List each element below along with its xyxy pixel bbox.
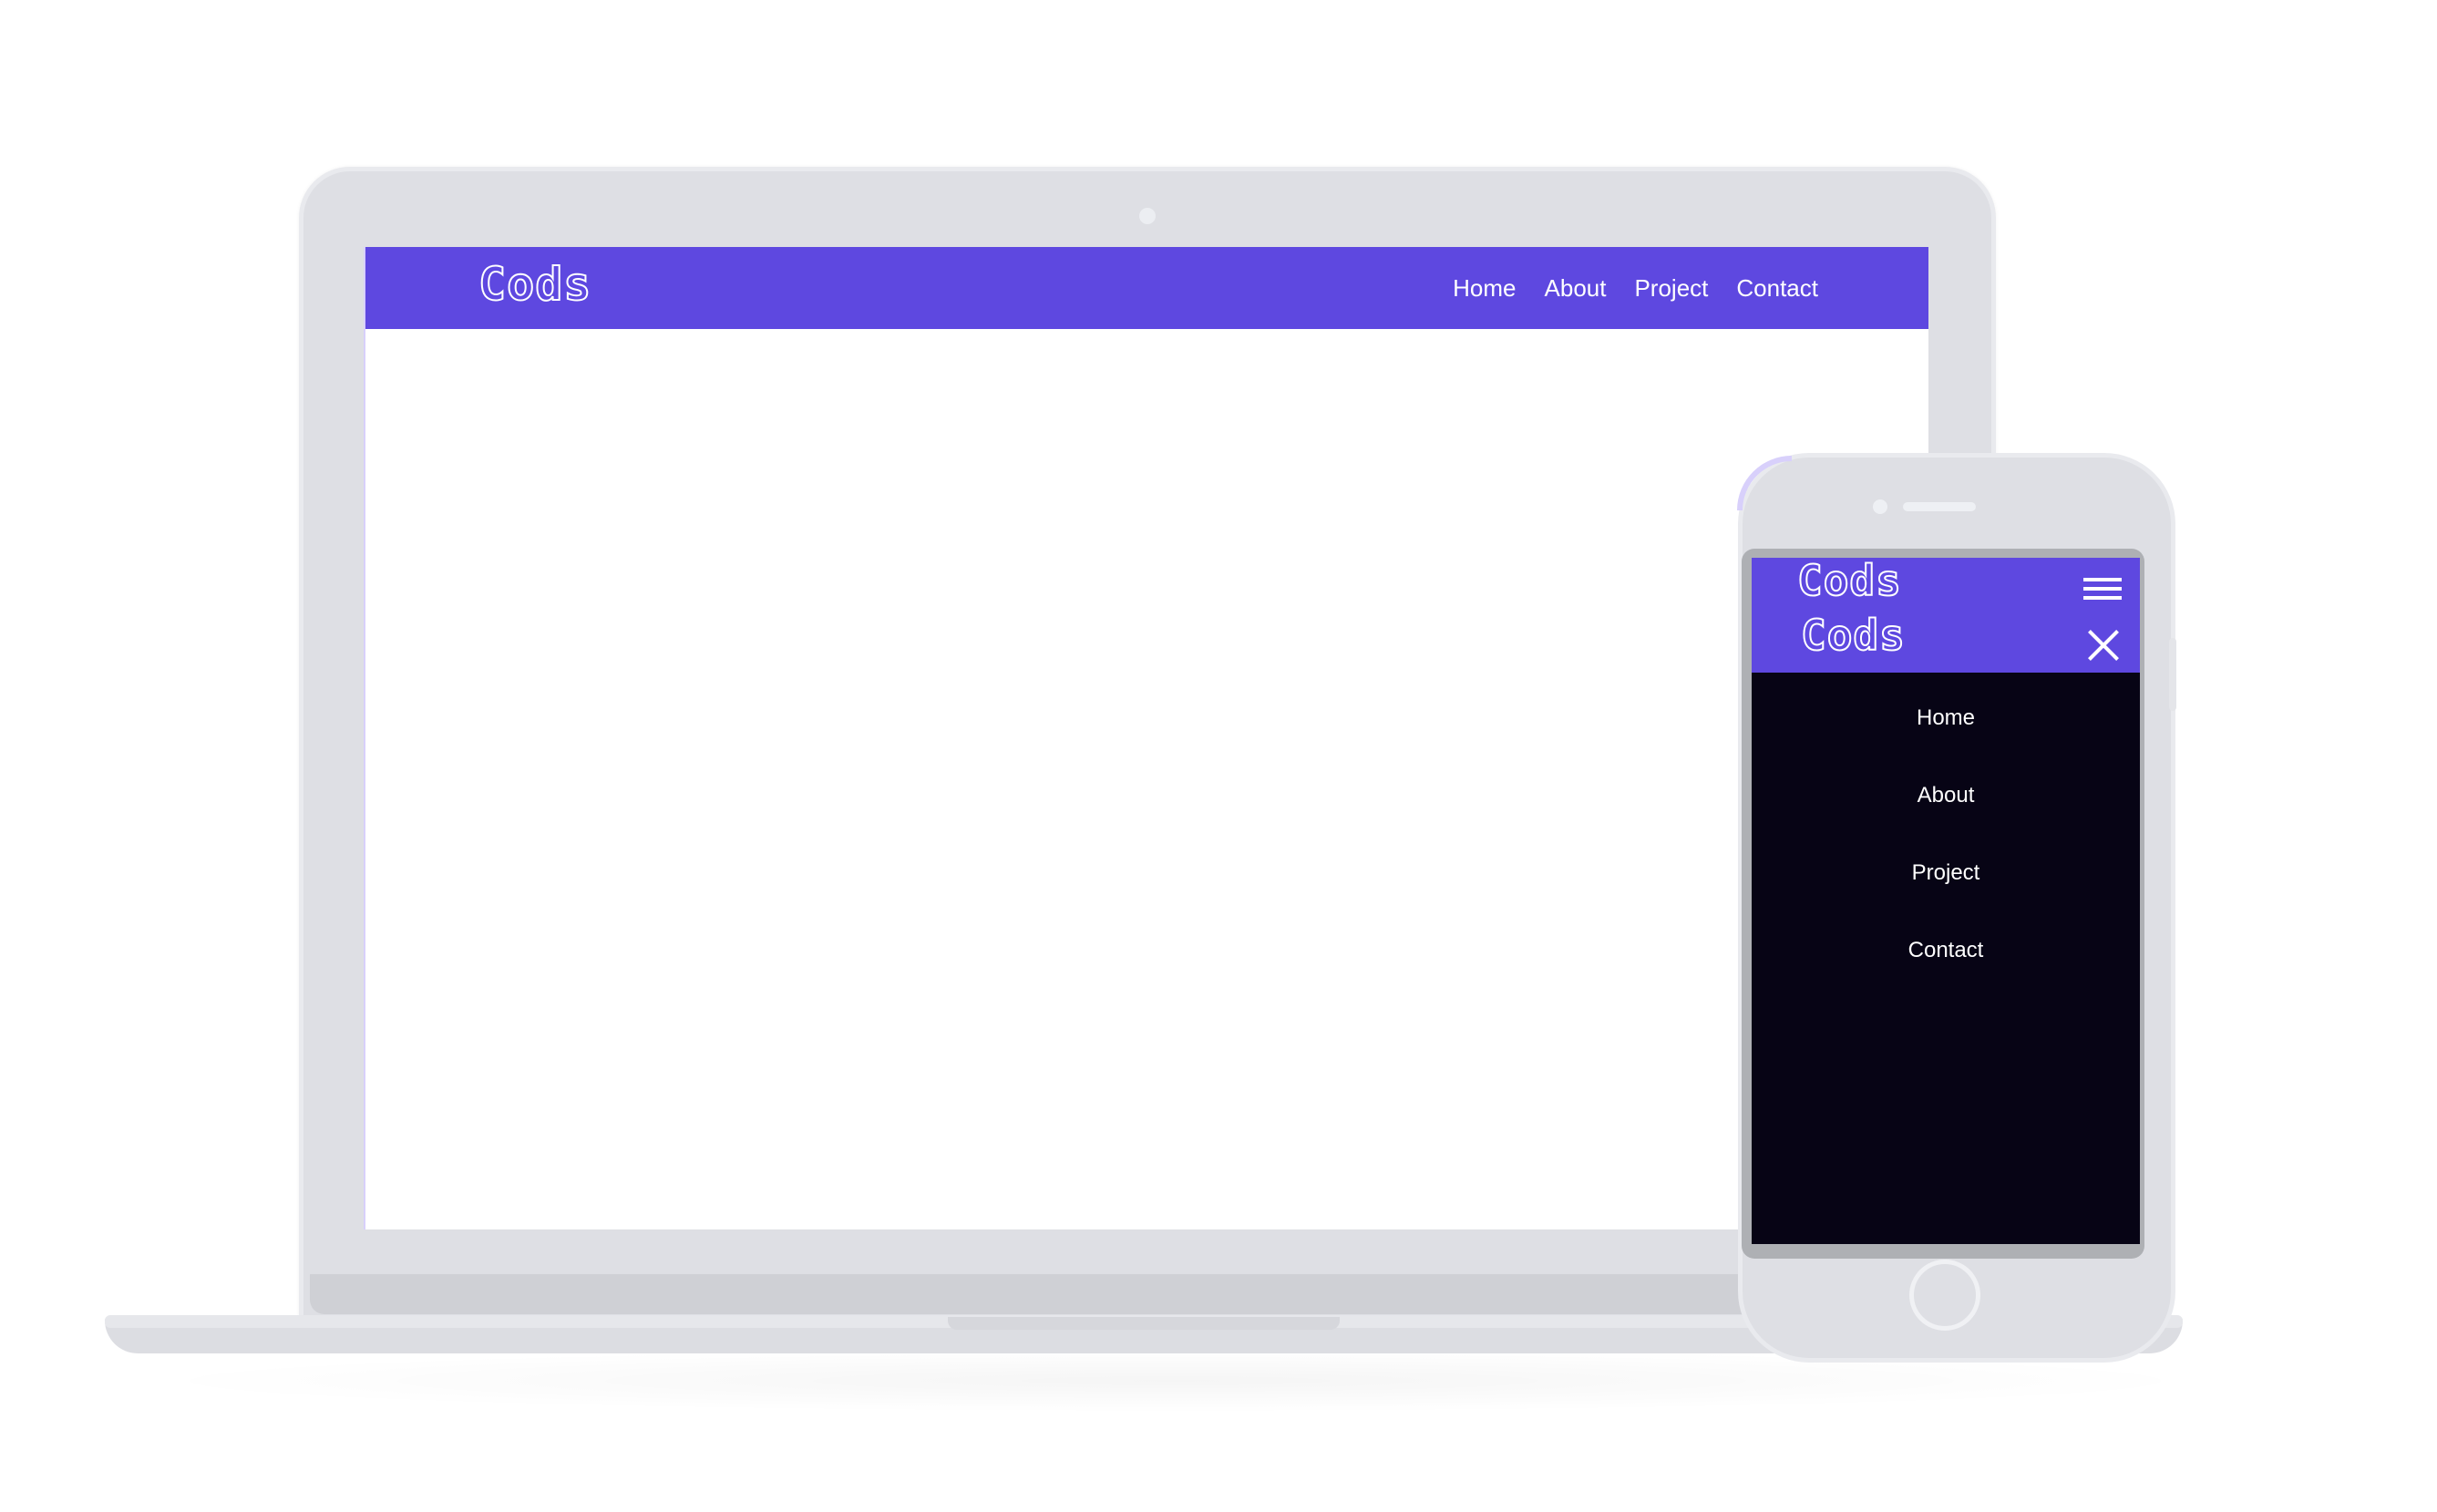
laptop-camera	[1139, 208, 1156, 224]
mobile-navbar: Cods Cods	[1752, 558, 2140, 673]
desktop-navbar: Cods Home About Project Contact	[365, 247, 1928, 329]
desktop-logo[interactable]: Cods	[478, 257, 591, 312]
desktop-screen: Cods Home About Project Contact	[364, 247, 1928, 1229]
close-icon[interactable]	[2087, 629, 2120, 662]
mobile-logo[interactable]: Cods	[1796, 558, 1902, 606]
desktop-nav-contact[interactable]: Contact	[1736, 274, 1818, 303]
laptop-chin	[310, 1274, 1987, 1314]
mobile-menu: Home About Project Contact	[1752, 704, 2140, 965]
desktop-nav-about[interactable]: About	[1545, 274, 1607, 303]
desktop-nav-links: Home About Project Contact	[1453, 247, 1818, 329]
hamburger-bar	[2083, 587, 2122, 591]
phone-side-button	[2169, 638, 2176, 711]
hamburger-bar	[2083, 596, 2122, 600]
mobile-logo-duplicate[interactable]: Cods	[1800, 610, 1906, 661]
phone-speaker	[1903, 502, 1976, 511]
mobile-nav-home[interactable]: Home	[1917, 704, 1975, 733]
mobile-nav-about[interactable]: About	[1918, 781, 1975, 810]
phone-camera	[1873, 499, 1887, 514]
hamburger-bar	[2083, 578, 2122, 581]
mobile-nav-contact[interactable]: Contact	[1908, 936, 1984, 965]
laptop-notch	[948, 1317, 1340, 1330]
desktop-nav-project[interactable]: Project	[1634, 274, 1708, 303]
mobile-nav-project[interactable]: Project	[1912, 859, 1980, 888]
hamburger-icon[interactable]	[2083, 578, 2122, 603]
mobile-screen: Cods Cods Home About Project Contact	[1752, 558, 2140, 1244]
phone-home-button	[1909, 1260, 1980, 1331]
desktop-nav-home[interactable]: Home	[1453, 274, 1516, 303]
